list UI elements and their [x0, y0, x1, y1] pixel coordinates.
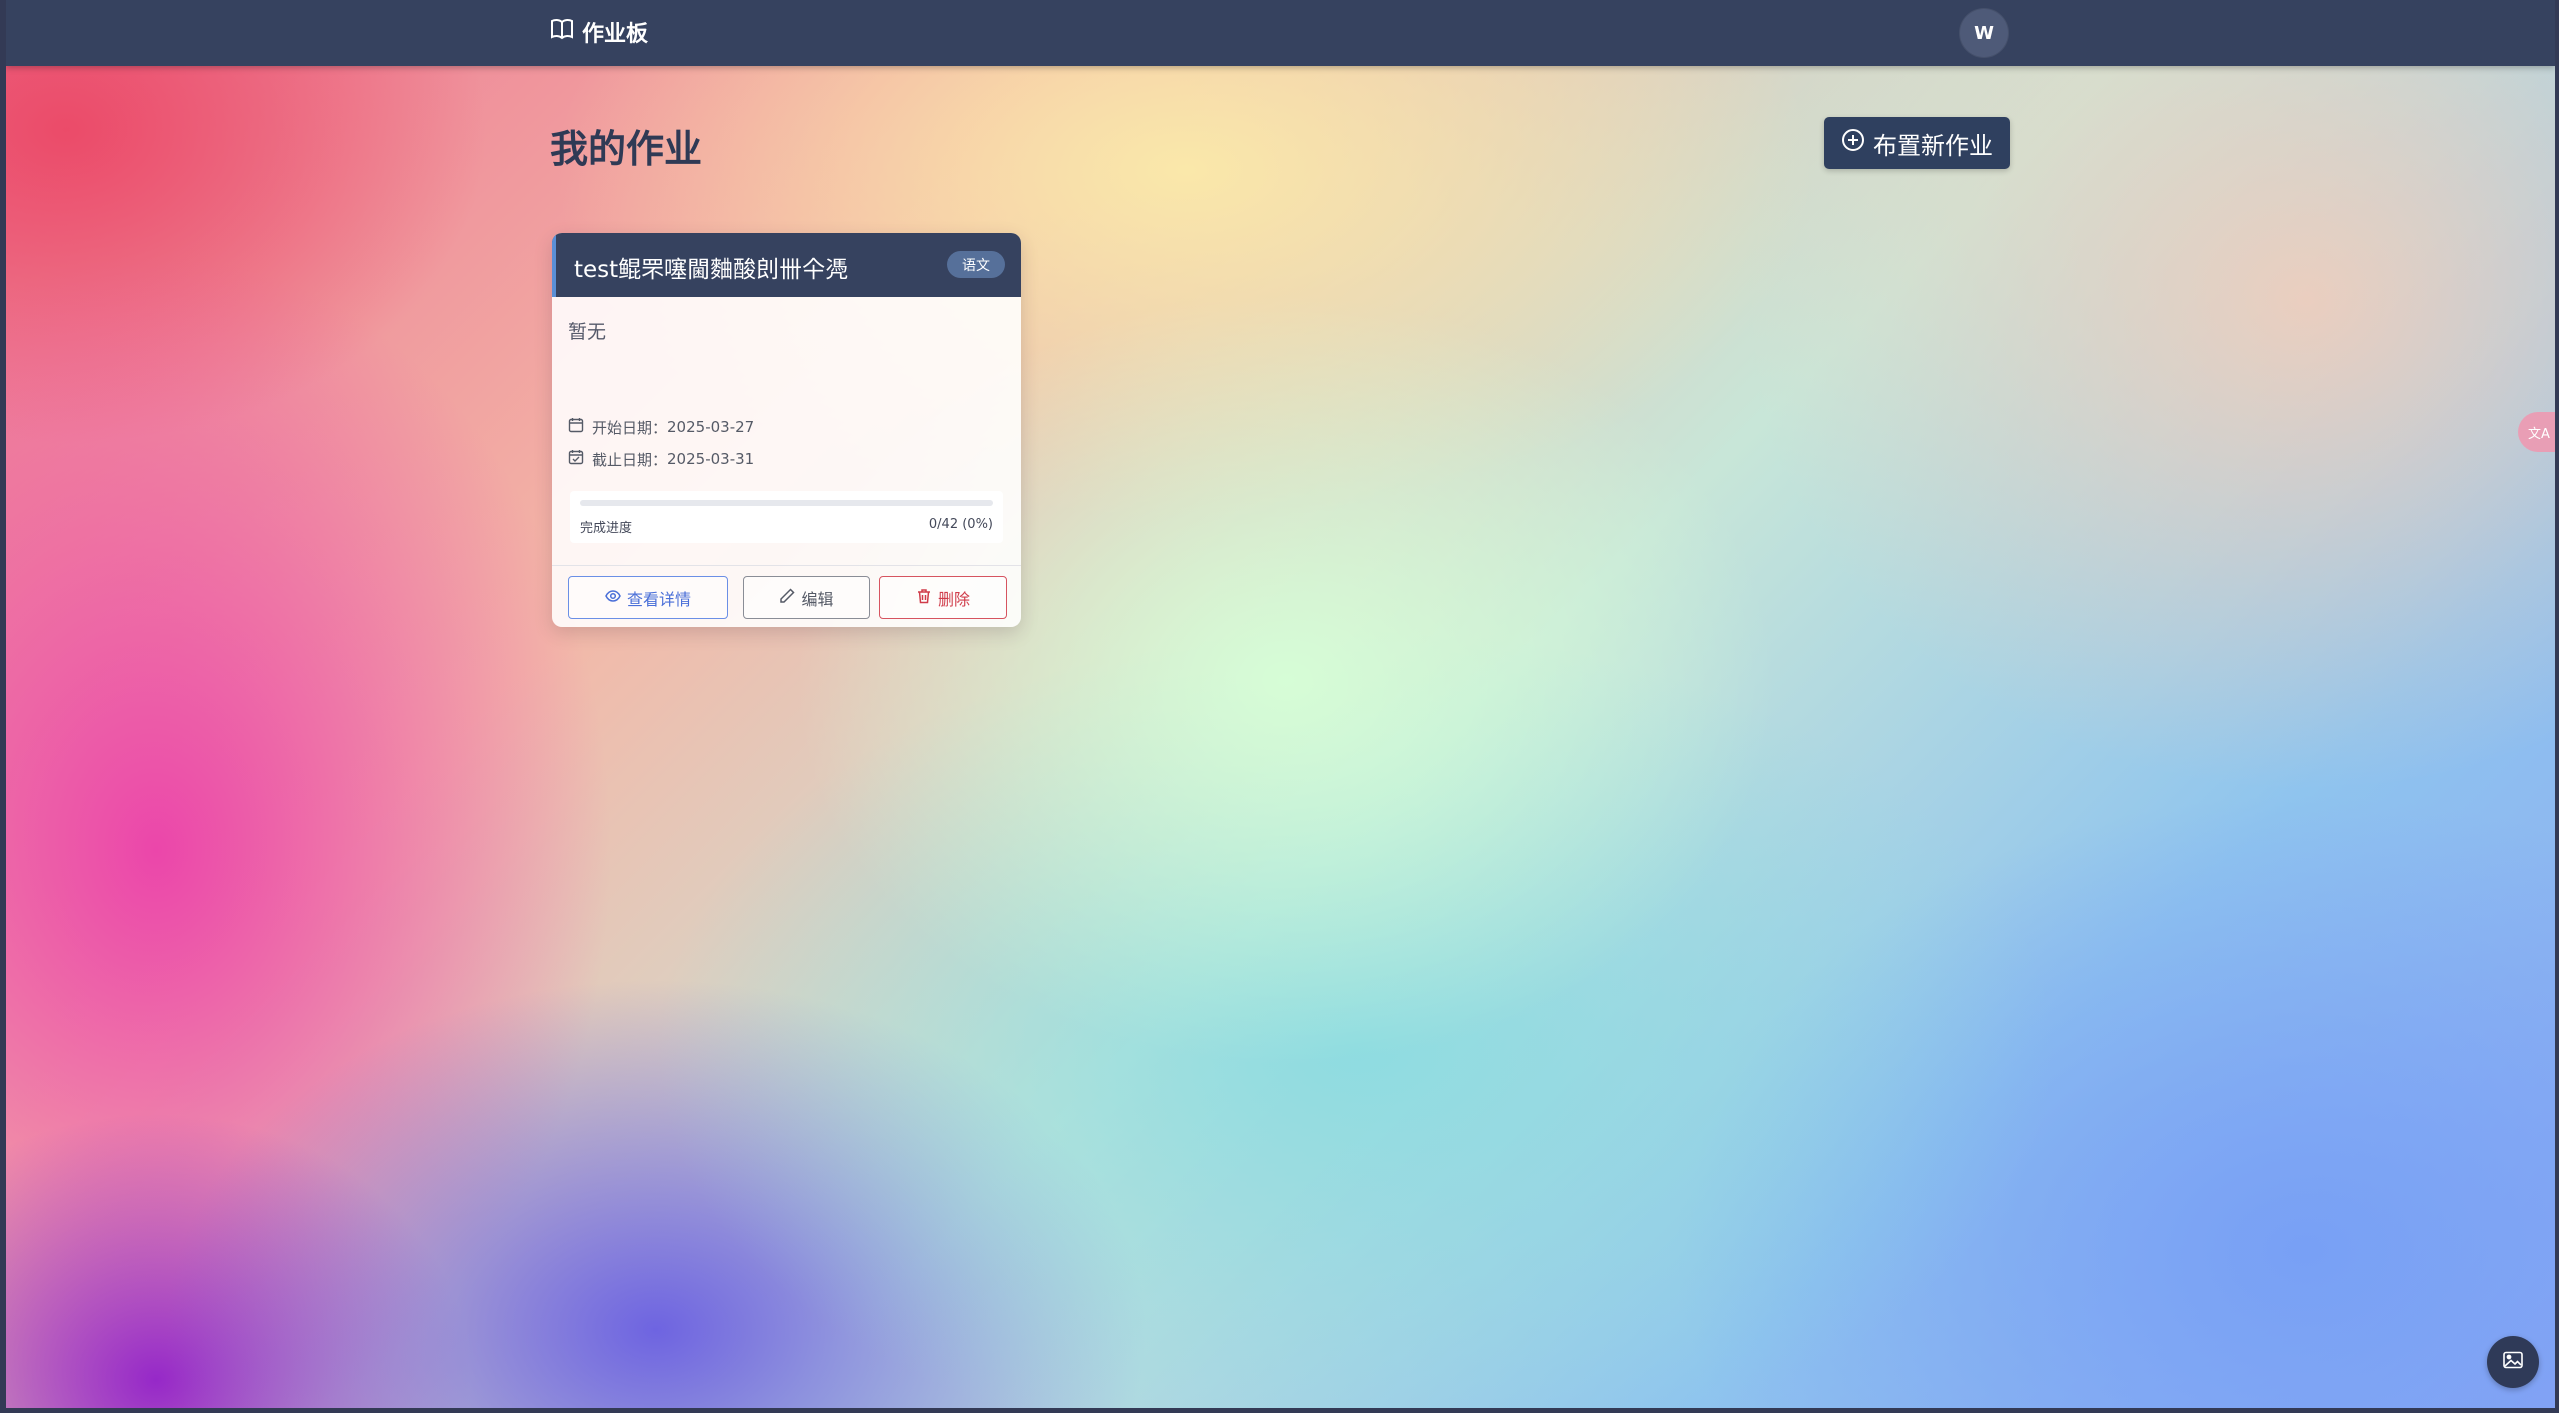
book-icon [550, 18, 574, 46]
calendar-icon [568, 417, 584, 437]
translate-widget[interactable]: 文A [2518, 412, 2555, 452]
new-assignment-label: 布置新作业 [1873, 131, 1993, 160]
start-date-value: 2025-03-27 [667, 418, 755, 436]
delete-button[interactable]: 删除 [879, 576, 1007, 619]
calendar-check-icon [568, 449, 584, 469]
plus-circle-icon [1841, 128, 1865, 158]
translate-icon: 文A [2528, 426, 2550, 442]
due-date-label: 截止日期： [592, 450, 668, 469]
assignment-card: test鲲罘噻閫麯酸剆卌仐凴 语文 暂无 开始日期： 2025-03-27 截止日… [552, 233, 1021, 627]
progress-label: 完成进度 [580, 521, 633, 536]
image-icon [2503, 1351, 2523, 1373]
pencil-icon [779, 587, 796, 608]
progress-bar [580, 500, 993, 506]
brand-name: 作业板 [582, 22, 649, 47]
progress-panel: 完成进度 0/42 (0%) [570, 491, 1003, 543]
trash-icon [916, 588, 932, 608]
assignment-card-actions: 查看详情 编辑 删除 [552, 565, 1021, 627]
due-date-row: 截止日期： 2025-03-31 [568, 447, 754, 471]
due-date-value: 2025-03-31 [667, 450, 755, 468]
page-title: 我的作业 [550, 127, 703, 171]
user-avatar[interactable]: W [1960, 9, 2008, 57]
assignment-card-header: test鲲罘噻閫麯酸剆卌仐凴 语文 [552, 233, 1021, 297]
top-navbar: 作业板 W [6, 0, 2555, 66]
start-date-label: 开始日期： [592, 418, 668, 437]
progress-count: 0/42 (0%) [928, 517, 993, 532]
view-details-button[interactable]: 查看详情 [568, 576, 728, 619]
assignment-description: 暂无 [568, 321, 607, 343]
new-assignment-button[interactable]: 布置新作业 [1824, 117, 2010, 169]
view-details-label: 查看详情 [626, 589, 691, 609]
eye-icon [605, 588, 621, 608]
app-window: 作业板 W 我的作业 布置新作业 test鲲罘噻閫麯酸剆卌仐凴 语文 暂无 开始… [6, 0, 2555, 1408]
edit-label: 编辑 [801, 589, 834, 609]
start-date-row: 开始日期： 2025-03-27 [568, 415, 754, 439]
edit-button[interactable]: 编辑 [743, 576, 870, 619]
delete-label: 删除 [937, 589, 970, 609]
subject-badge: 语文 [947, 251, 1005, 278]
background-image-button[interactable] [2487, 1336, 2539, 1388]
assignment-title: test鲲罘噻閫麯酸剆卌仐凴 [574, 257, 849, 283]
brand-link[interactable]: 作业板 [550, 16, 648, 48]
